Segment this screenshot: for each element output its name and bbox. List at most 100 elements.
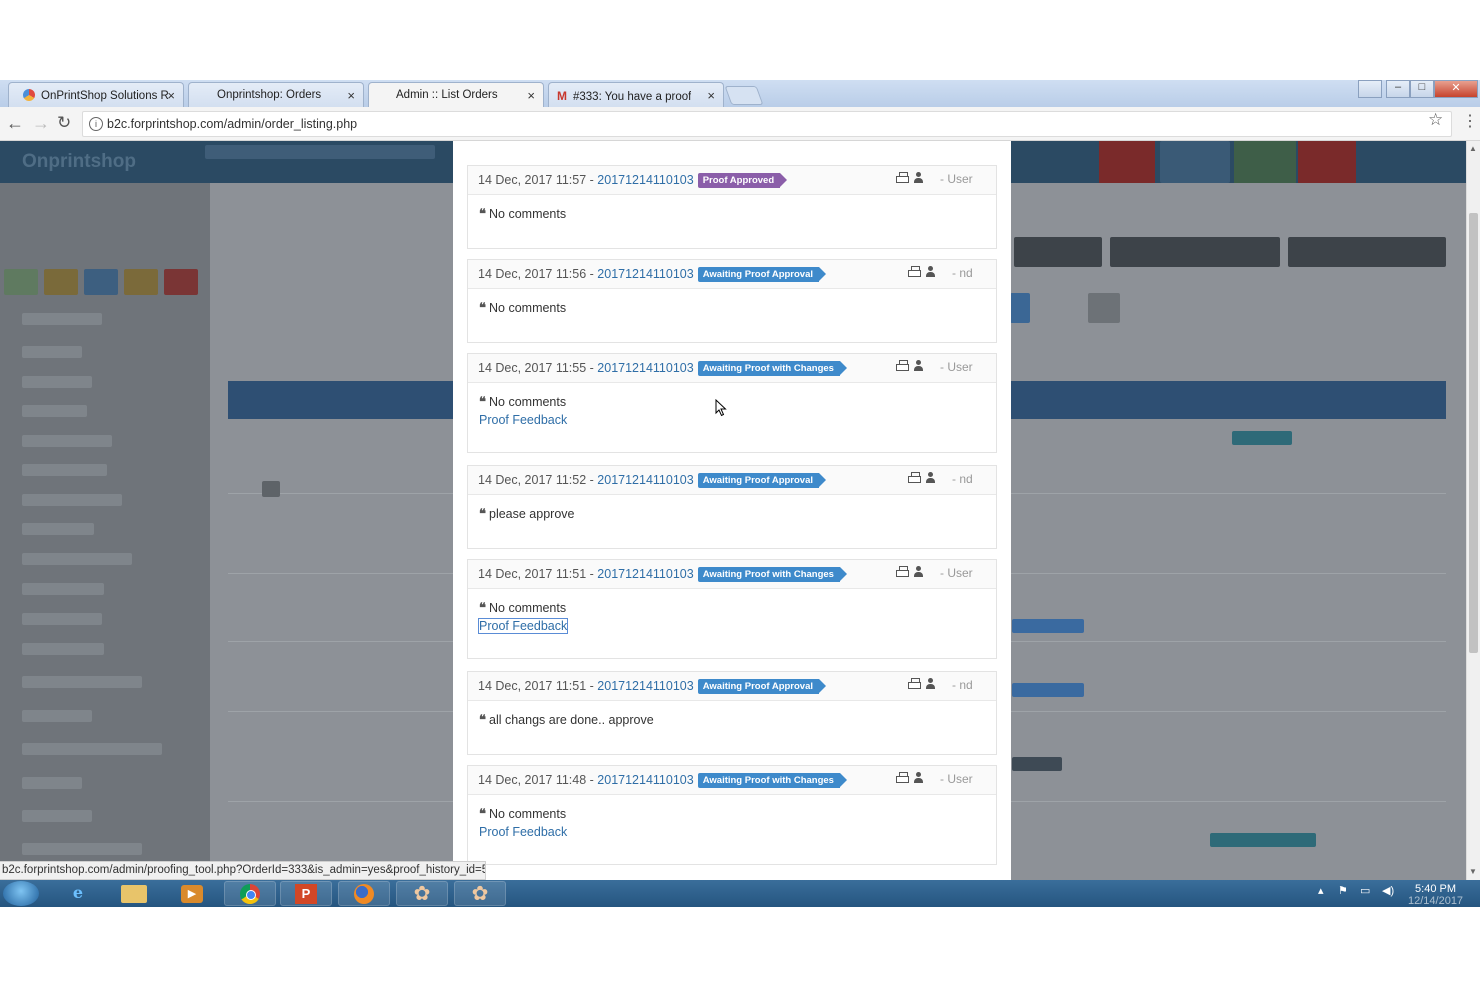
- print-icon[interactable]: [896, 172, 909, 184]
- entry-proof-id: 20171214110103: [597, 773, 694, 787]
- user-icon[interactable]: [925, 472, 938, 484]
- entry-title: 14 Dec, 2017 11:57 - 20171214110103 Proof…: [478, 173, 788, 188]
- print-icon[interactable]: [908, 472, 921, 484]
- explorer-icon[interactable]: [108, 881, 160, 906]
- tray-network-icon[interactable]: ▭: [1360, 884, 1370, 897]
- proof-history-entry: 14 Dec, 2017 11:57 - 20171214110103 Proof…: [467, 165, 997, 249]
- entry-tools: - nd: [908, 266, 973, 280]
- maximize-button[interactable]: □: [1410, 80, 1434, 98]
- page-viewport: Onprintshop 14 Dec, 2017 11:57 - 2017121…: [0, 141, 1466, 880]
- status-badge: Awaiting Proof Approval: [697, 473, 827, 488]
- tray-flag-icon[interactable]: ⚑: [1338, 884, 1348, 897]
- tab-label: OnPrintShop Solutions R: [41, 90, 169, 102]
- minimize-button[interactable]: –: [1386, 80, 1410, 98]
- entry-tools: - User: [896, 360, 973, 374]
- entry-title: 14 Dec, 2017 11:51 - 20171214110103 Await…: [478, 567, 848, 582]
- print-icon[interactable]: [896, 360, 909, 372]
- close-icon[interactable]: ×: [347, 88, 355, 103]
- entry-proof-id: 20171214110103: [597, 361, 694, 375]
- proof-history-entry: 14 Dec, 2017 11:51 - 20171214110103 Await…: [467, 671, 997, 755]
- proof-feedback-link[interactable]: Proof Feedback: [477, 618, 569, 634]
- entry-title: 14 Dec, 2017 11:52 - 20171214110103 Await…: [478, 473, 827, 488]
- quote-icon: ❝: [479, 301, 486, 316]
- clock-time: 5:40 PM: [1415, 883, 1457, 895]
- entry-separator: -: [586, 567, 598, 581]
- entry-body: ❝ No comments: [468, 289, 996, 316]
- entry-author: - nd: [952, 266, 973, 280]
- ie-icon[interactable]: e: [52, 881, 104, 906]
- print-icon[interactable]: [896, 772, 909, 784]
- proof-history-entry: 14 Dec, 2017 11:48 - 20171214110103 Await…: [467, 765, 997, 865]
- address-bar[interactable]: i b2c.forprintshop.com/admin/order_listi…: [82, 111, 1452, 137]
- entry-comment: No comments: [489, 601, 567, 615]
- entry-title: 14 Dec, 2017 11:56 - 20171214110103 Await…: [478, 267, 827, 282]
- mouse-cursor-icon: [715, 398, 727, 417]
- user-icon[interactable]: [913, 172, 926, 184]
- info-icon[interactable]: i: [89, 117, 103, 131]
- scrollbar-thumb[interactable]: [1469, 213, 1478, 653]
- windows-start-icon[interactable]: [3, 881, 39, 906]
- scroll-down-icon[interactable]: ▼: [1469, 867, 1477, 876]
- close-icon[interactable]: ×: [707, 88, 715, 103]
- scroll-up-icon[interactable]: ▲: [1469, 144, 1477, 153]
- entry-date: 14 Dec, 2017 11:48: [478, 773, 587, 787]
- entry-comment: No comments: [489, 395, 567, 409]
- menu-icon[interactable]: ⋮: [1462, 111, 1478, 131]
- entry-date: 14 Dec, 2017 11:51: [478, 567, 587, 581]
- tab-admin-list-orders[interactable]: Admin :: List Orders ×: [368, 82, 544, 108]
- firefox-icon[interactable]: [338, 881, 390, 906]
- entry-tools: - User: [896, 172, 973, 186]
- tab-onprintshop-solutions[interactable]: OnPrintShop Solutions R ×: [8, 82, 184, 107]
- windows-taskbar: e ▶ P ✿ ✿ ▴ ⚑ ▭ ◀) 5:40 PM 12/14/2017: [0, 880, 1480, 907]
- user-icon[interactable]: [913, 360, 926, 372]
- status-badge: Awaiting Proof with Changes: [697, 361, 848, 376]
- quote-icon: ❝: [479, 207, 486, 222]
- entry-body: ❝ No comments Proof Feedback: [468, 589, 996, 634]
- user-icon[interactable]: [925, 678, 938, 690]
- tab-label: Admin :: List Orders: [396, 89, 498, 101]
- print-icon[interactable]: [908, 678, 921, 690]
- tray-arrow-icon[interactable]: ▴: [1318, 884, 1324, 897]
- close-icon[interactable]: ×: [167, 88, 175, 103]
- proof-history-entry: 14 Dec, 2017 11:55 - 20171214110103 Await…: [467, 353, 997, 453]
- entry-separator: -: [586, 361, 598, 375]
- tab-onprintshop-orders[interactable]: Onprintshop: Orders ×: [188, 82, 364, 107]
- print-icon[interactable]: [908, 266, 921, 278]
- user-icon[interactable]: [913, 772, 926, 784]
- tray-volume-icon[interactable]: ◀): [1382, 884, 1394, 897]
- proof-feedback-link[interactable]: Proof Feedback: [479, 825, 567, 839]
- print-icon[interactable]: [896, 566, 909, 578]
- entry-header: 14 Dec, 2017 11:55 - 20171214110103 Await…: [468, 354, 996, 383]
- media-player-icon[interactable]: ▶: [166, 881, 218, 906]
- entry-header: 14 Dec, 2017 11:51 - 20171214110103 Await…: [468, 672, 996, 701]
- tab-gmail-proof[interactable]: M #333: You have a proof ×: [548, 82, 724, 107]
- chrome-icon[interactable]: [224, 881, 276, 906]
- bookmark-star-icon[interactable]: ☆: [1428, 110, 1443, 130]
- proof-feedback-link[interactable]: Proof Feedback: [479, 413, 567, 427]
- proof-history-entry: 14 Dec, 2017 11:52 - 20171214110103 Await…: [467, 465, 997, 549]
- window-close-button[interactable]: ✕: [1434, 80, 1478, 98]
- app-flower-icon[interactable]: ✿: [396, 881, 448, 906]
- user-icon[interactable]: [925, 266, 938, 278]
- forward-icon[interactable]: →: [32, 113, 50, 134]
- entry-date: 14 Dec, 2017 11:57: [478, 173, 587, 187]
- proof-history-modal: 14 Dec, 2017 11:57 - 20171214110103 Proof…: [453, 141, 1011, 880]
- taskbar-clock[interactable]: 5:40 PM 12/14/2017: [1408, 883, 1463, 907]
- profile-button[interactable]: [1358, 80, 1382, 98]
- new-tab-button[interactable]: [724, 86, 764, 105]
- close-icon[interactable]: ×: [527, 88, 535, 103]
- entry-separator: -: [586, 473, 598, 487]
- entry-author: - User: [940, 566, 973, 580]
- entry-header: 14 Dec, 2017 11:48 - 20171214110103 Await…: [468, 766, 996, 795]
- admin-logo: Onprintshop: [22, 151, 136, 172]
- quote-icon: ❝: [479, 507, 486, 522]
- page-scrollbar[interactable]: ▲ ▼: [1466, 141, 1480, 880]
- reload-icon[interactable]: ↻: [57, 113, 71, 133]
- powerpoint-icon[interactable]: P: [280, 881, 332, 906]
- browser-toolbar: ← → ↻ i b2c.forprintshop.com/admin/order…: [0, 107, 1480, 141]
- back-icon[interactable]: ←: [6, 113, 24, 134]
- entry-header: 14 Dec, 2017 11:52 - 20171214110103 Await…: [468, 466, 996, 495]
- app-flower-icon-2[interactable]: ✿: [454, 881, 506, 906]
- user-icon[interactable]: [913, 566, 926, 578]
- entry-tools: - User: [896, 566, 973, 580]
